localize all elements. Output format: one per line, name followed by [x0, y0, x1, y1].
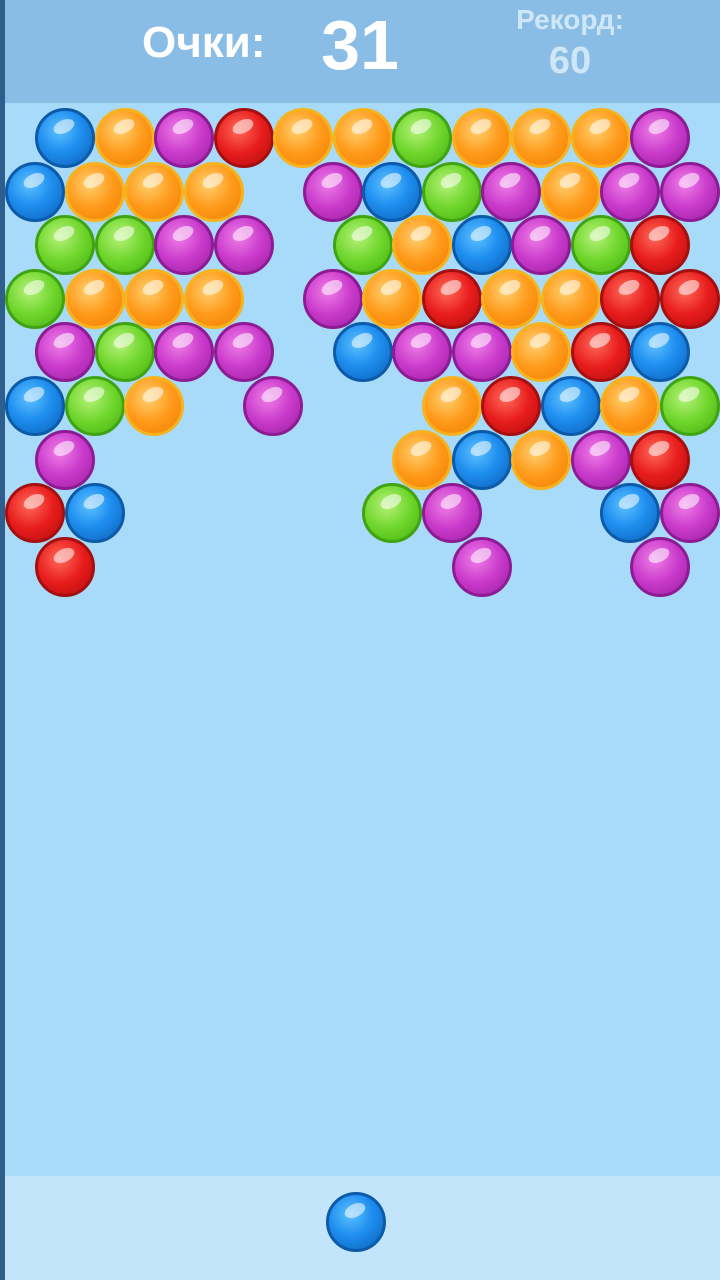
- green-bubble: [422, 162, 482, 222]
- green-bubble: [333, 215, 393, 275]
- red-bubble: [422, 269, 482, 329]
- purple-bubble: [214, 215, 274, 275]
- red-bubble: [660, 269, 720, 329]
- green-bubble: [95, 322, 155, 382]
- orange-bubble: [452, 108, 512, 168]
- red-bubble: [481, 376, 541, 436]
- purple-bubble: [303, 162, 363, 222]
- orange-bubble: [184, 162, 244, 222]
- blue-bubble: [333, 322, 393, 382]
- blue-bubble: [630, 322, 690, 382]
- purple-bubble: [35, 430, 95, 490]
- green-bubble: [65, 376, 125, 436]
- purple-bubble: [154, 108, 214, 168]
- purple-bubble: [214, 322, 274, 382]
- green-bubble: [660, 376, 720, 436]
- purple-bubble: [660, 162, 720, 222]
- orange-bubble: [65, 269, 125, 329]
- orange-bubble: [541, 269, 601, 329]
- red-bubble: [600, 269, 660, 329]
- purple-bubble: [422, 483, 482, 543]
- orange-bubble: [392, 430, 452, 490]
- red-bubble: [630, 215, 690, 275]
- green-bubble: [5, 269, 65, 329]
- blue-bubble: [65, 483, 125, 543]
- purple-bubble: [600, 162, 660, 222]
- blue-bubble: [452, 215, 512, 275]
- green-bubble: [392, 108, 452, 168]
- orange-bubble: [422, 376, 482, 436]
- purple-bubble: [392, 322, 452, 382]
- orange-bubble: [392, 215, 452, 275]
- orange-bubble: [511, 322, 571, 382]
- shooter-bubble[interactable]: [326, 1192, 386, 1252]
- purple-bubble: [452, 322, 512, 382]
- red-bubble: [571, 322, 631, 382]
- purple-bubble: [571, 430, 631, 490]
- bubble-board[interactable]: [0, 0, 720, 1180]
- purple-bubble: [511, 215, 571, 275]
- blue-bubble: [600, 483, 660, 543]
- red-bubble: [35, 537, 95, 597]
- orange-bubble: [95, 108, 155, 168]
- blue-bubble: [5, 162, 65, 222]
- orange-bubble: [273, 108, 333, 168]
- orange-bubble: [571, 108, 631, 168]
- orange-bubble: [124, 162, 184, 222]
- purple-bubble: [481, 162, 541, 222]
- orange-bubble: [511, 108, 571, 168]
- orange-bubble: [124, 269, 184, 329]
- orange-bubble: [124, 376, 184, 436]
- blue-bubble: [5, 376, 65, 436]
- blue-bubble: [541, 376, 601, 436]
- blue-bubble: [35, 108, 95, 168]
- orange-bubble: [362, 269, 422, 329]
- green-bubble: [95, 215, 155, 275]
- purple-bubble: [452, 537, 512, 597]
- purple-bubble: [303, 269, 363, 329]
- orange-bubble: [511, 430, 571, 490]
- purple-bubble: [154, 215, 214, 275]
- green-bubble: [35, 215, 95, 275]
- red-bubble: [630, 430, 690, 490]
- purple-bubble: [35, 322, 95, 382]
- purple-bubble: [243, 376, 303, 436]
- purple-bubble: [660, 483, 720, 543]
- purple-bubble: [630, 108, 690, 168]
- orange-bubble: [184, 269, 244, 329]
- orange-bubble: [541, 162, 601, 222]
- purple-bubble: [630, 537, 690, 597]
- red-bubble: [214, 108, 274, 168]
- red-bubble: [5, 483, 65, 543]
- blue-bubble: [452, 430, 512, 490]
- orange-bubble: [333, 108, 393, 168]
- game-screen: Очки: 31 Рекорд: 60: [0, 0, 720, 1280]
- blue-bubble: [362, 162, 422, 222]
- green-bubble: [362, 483, 422, 543]
- green-bubble: [571, 215, 631, 275]
- orange-bubble: [481, 269, 541, 329]
- orange-bubble: [600, 376, 660, 436]
- purple-bubble: [154, 322, 214, 382]
- orange-bubble: [65, 162, 125, 222]
